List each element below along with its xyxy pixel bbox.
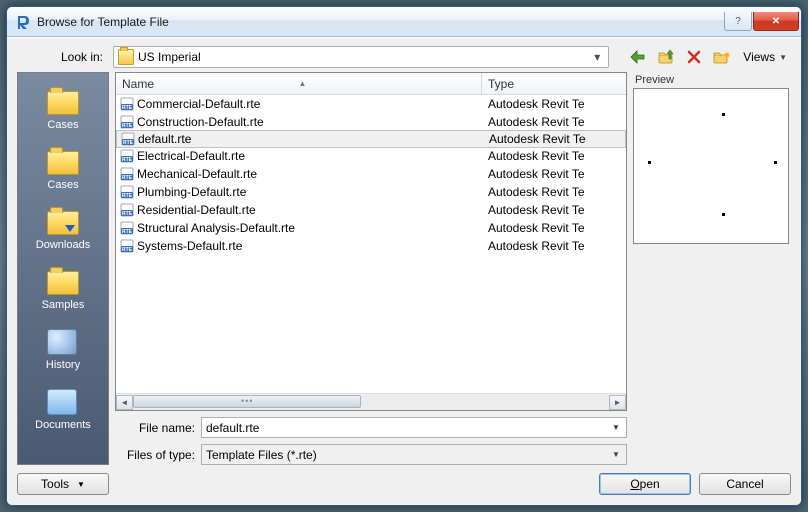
svg-text:RTE: RTE [122, 211, 133, 217]
file-row[interactable]: RTEResidential-Default.rteAutodesk Revit… [116, 201, 626, 219]
new-folder-button[interactable] [711, 47, 733, 67]
svg-text:RTE: RTE [122, 229, 133, 235]
window-title: Browse for Template File [37, 15, 724, 29]
places-sidebar[interactable]: Cases Cases Downloads Samples History [17, 72, 109, 465]
scroll-right-button[interactable]: ► [609, 395, 626, 410]
dialog-window: Browse for Template File ? ✕ Look in: US… [6, 6, 802, 506]
svg-text:RTE: RTE [123, 140, 134, 146]
chevron-down-icon[interactable]: ▼ [608, 419, 624, 436]
svg-text:RTE: RTE [122, 105, 133, 111]
look-in-label: Look in: [17, 50, 107, 64]
svg-text:RTE: RTE [122, 247, 133, 253]
folder-icon [118, 49, 134, 65]
tools-dropdown[interactable]: Tools ▼ [17, 473, 109, 495]
preview-label: Preview [633, 74, 791, 86]
sidebar-item-samples[interactable]: Samples [18, 259, 108, 319]
title-bar[interactable]: Browse for Template File ? ✕ [7, 7, 801, 37]
sidebar-item-cases-2[interactable]: Cases [18, 139, 108, 199]
sidebar-item-history[interactable]: History [18, 319, 108, 379]
file-row[interactable]: RTESystems-Default.rteAutodesk Revit Te [116, 237, 626, 255]
svg-text:RTE: RTE [122, 193, 133, 199]
chevron-down-icon: ▾ [590, 50, 604, 64]
scroll-thumb[interactable]: ••• [133, 395, 361, 408]
column-header-name[interactable]: Name [116, 73, 482, 94]
file-list[interactable]: Name Type RTECommercial-Default.rteAutod… [115, 72, 627, 411]
file-name-input[interactable]: default.rte ▼ [201, 417, 627, 438]
app-icon [15, 14, 31, 30]
file-row[interactable]: RTEdefault.rteAutodesk Revit Te [116, 130, 626, 148]
cancel-button[interactable]: Cancel [699, 473, 791, 495]
file-row[interactable]: RTECommercial-Default.rteAutodesk Revit … [116, 95, 626, 113]
look-in-dropdown[interactable]: US Imperial ▾ [113, 46, 609, 68]
views-label: Views [743, 50, 775, 64]
back-button[interactable] [627, 47, 649, 67]
up-one-level-button[interactable] [655, 47, 677, 67]
file-row[interactable]: RTEElectrical-Default.rteAutodesk Revit … [116, 147, 626, 165]
file-type-label: Files of type: [115, 448, 195, 462]
svg-text:RTE: RTE [122, 175, 133, 181]
delete-button[interactable] [683, 47, 705, 67]
file-name-label: File name: [115, 421, 195, 435]
chevron-down-icon: ▼ [77, 480, 85, 489]
file-type-dropdown[interactable]: Template Files (*.rte) ▼ [201, 444, 627, 465]
sidebar-item-downloads[interactable]: Downloads [18, 199, 108, 259]
help-button[interactable]: ? [724, 12, 752, 31]
scroll-left-button[interactable]: ◄ [116, 395, 133, 410]
svg-text:RTE: RTE [122, 157, 133, 163]
svg-text:RTE: RTE [122, 123, 133, 129]
views-dropdown[interactable]: Views ▼ [739, 47, 791, 67]
look-in-value: US Imperial [138, 50, 590, 64]
file-list-header[interactable]: Name Type [116, 73, 626, 95]
file-row[interactable]: RTEPlumbing-Default.rteAutodesk Revit Te [116, 183, 626, 201]
chevron-down-icon: ▼ [779, 53, 787, 62]
horizontal-scrollbar[interactable]: ◄ ••• ► [116, 393, 626, 410]
sidebar-item-documents[interactable]: Documents [18, 379, 108, 439]
open-button[interactable]: Open [599, 473, 691, 495]
column-header-type[interactable]: Type [482, 77, 626, 91]
file-row[interactable]: RTEConstruction-Default.rteAutodesk Revi… [116, 113, 626, 131]
close-button[interactable]: ✕ [753, 12, 799, 31]
sidebar-item-cases[interactable]: Cases [18, 79, 108, 139]
file-row[interactable]: RTEMechanical-Default.rteAutodesk Revit … [116, 165, 626, 183]
preview-pane [633, 88, 789, 244]
file-row[interactable]: RTEStructural Analysis-Default.rteAutode… [116, 219, 626, 237]
chevron-down-icon[interactable]: ▼ [608, 446, 624, 463]
